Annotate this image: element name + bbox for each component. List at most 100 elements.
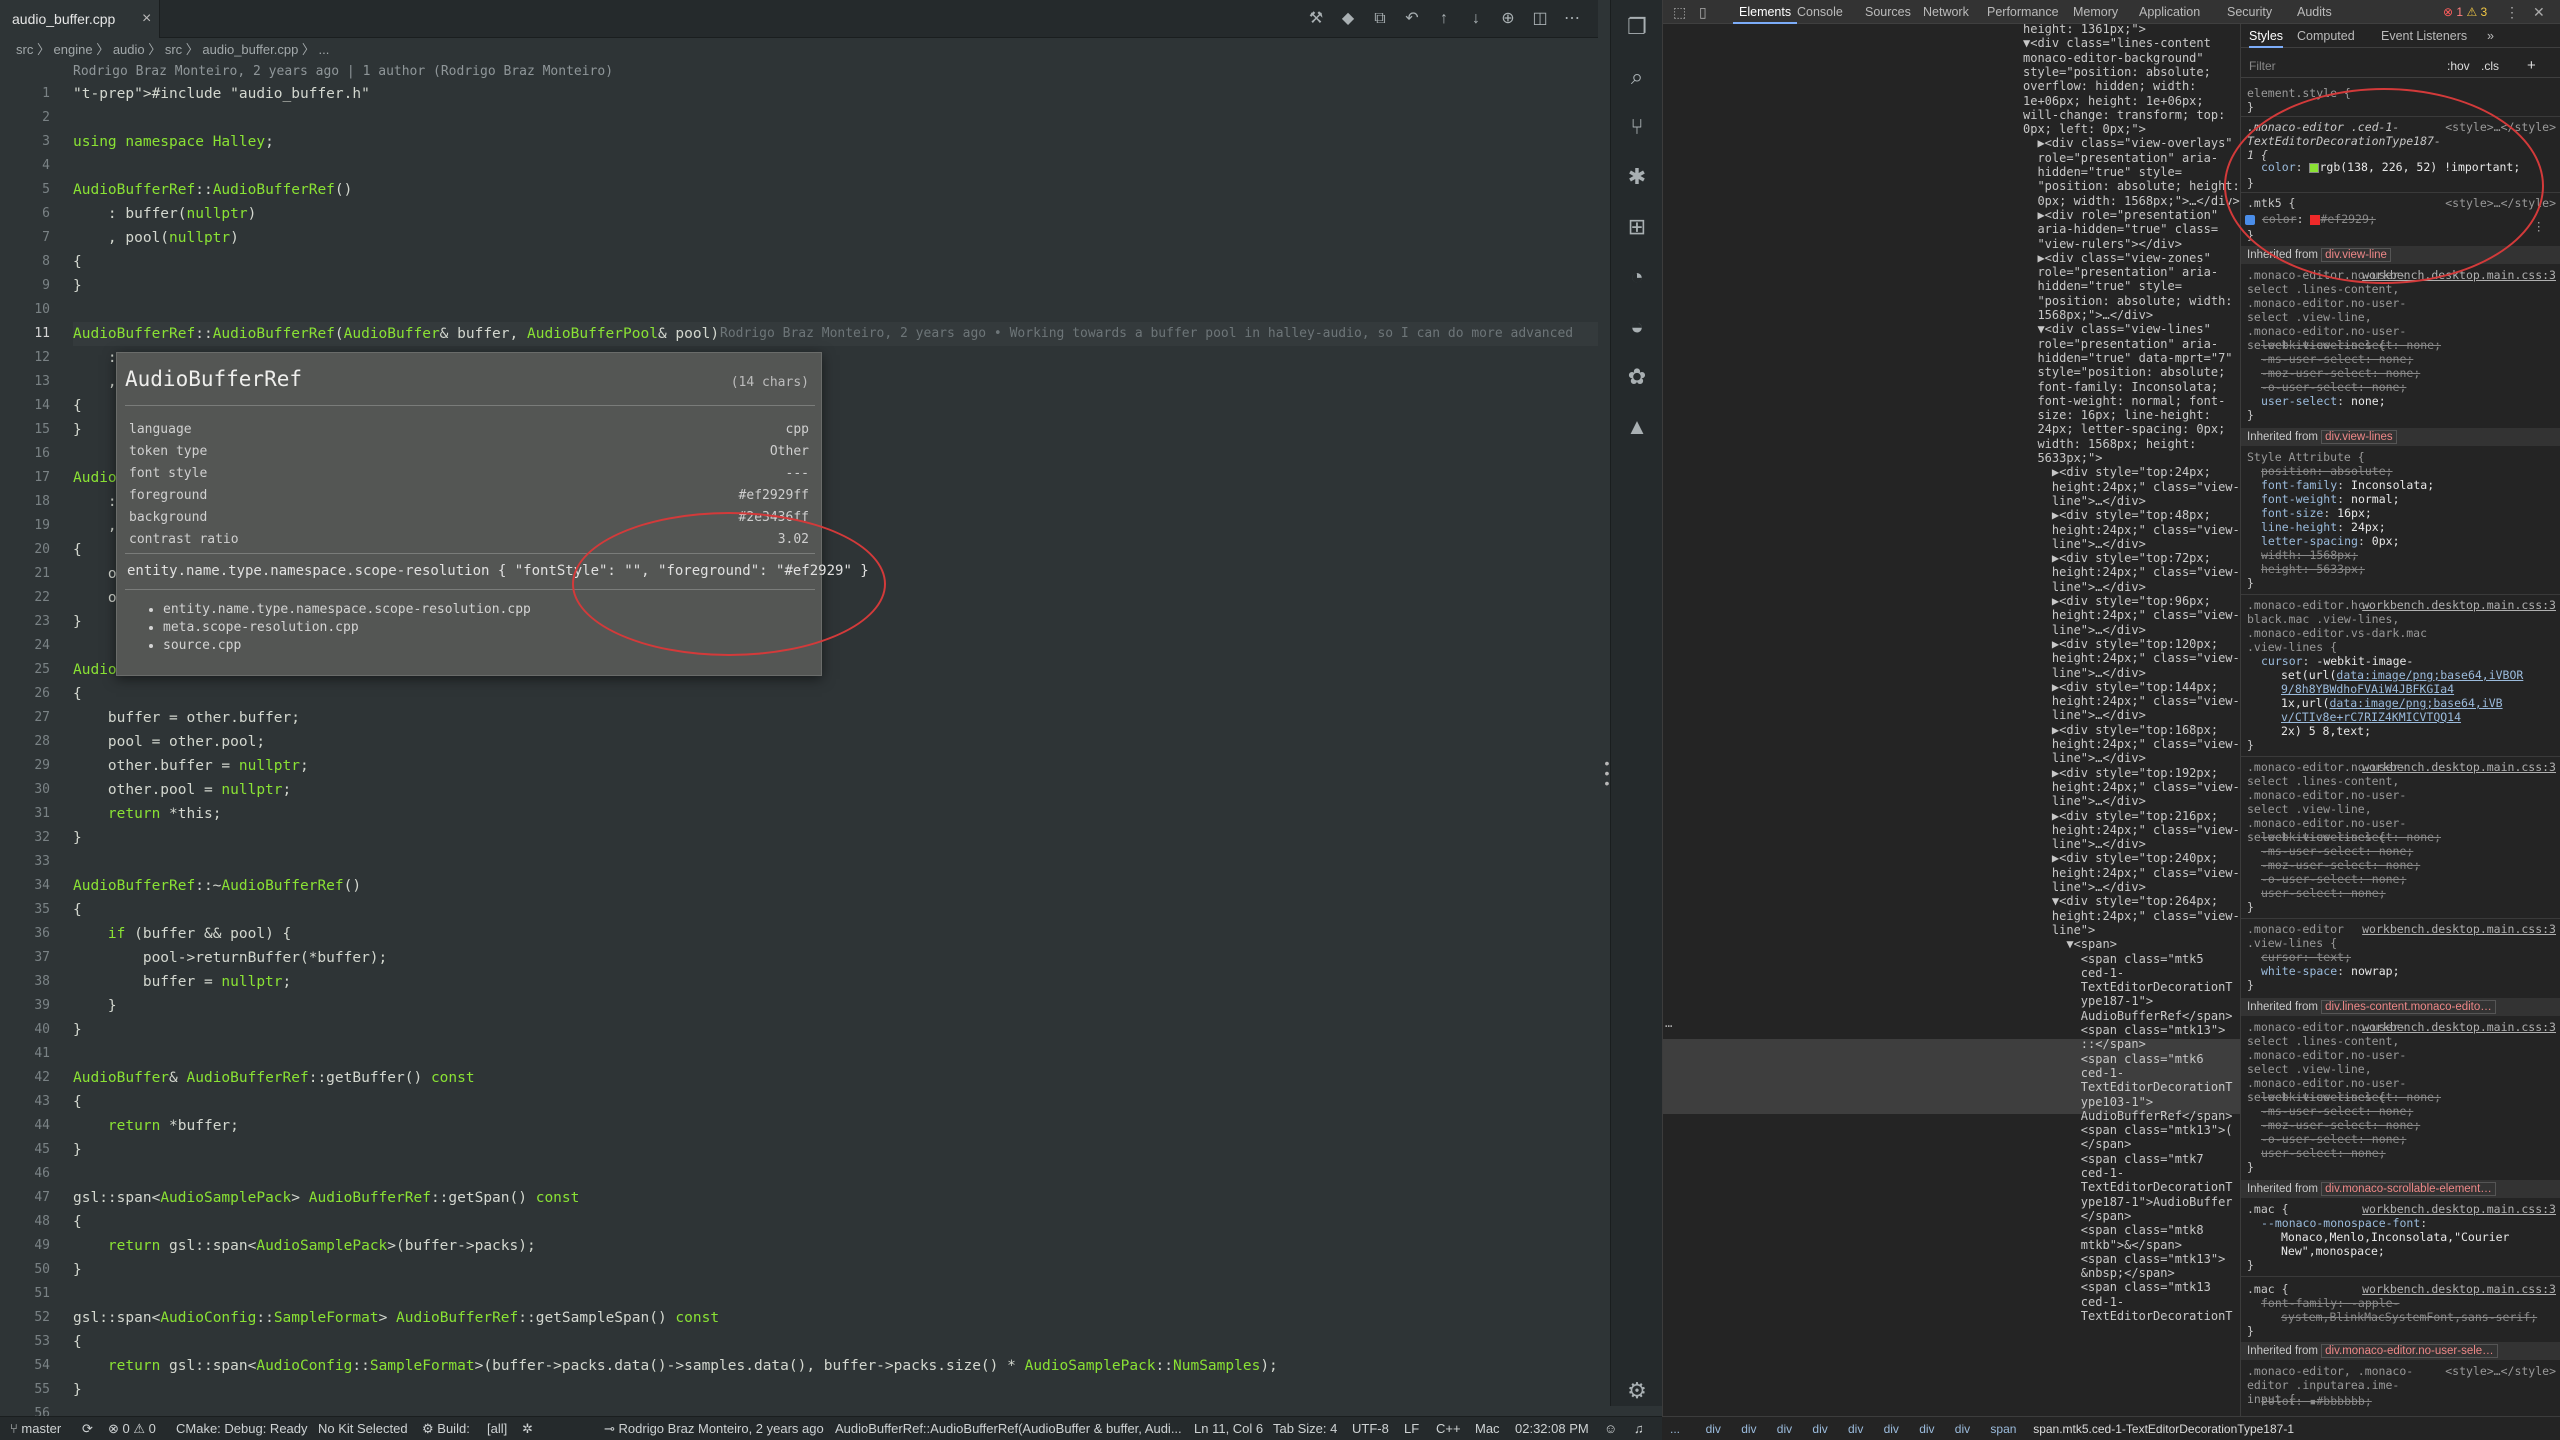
line-number[interactable]: 13 — [0, 370, 60, 394]
compare-icon[interactable]: ⧉ — [1364, 0, 1396, 38]
line-number[interactable]: 34 — [0, 874, 60, 898]
code-line[interactable]: } — [73, 1258, 1598, 1282]
more-options-icon[interactable]: ⋮ — [2533, 220, 2545, 234]
dom-node-line[interactable]: 5633px;"> — [2023, 451, 2102, 465]
tab-audio-buffer-cpp[interactable]: audio_buffer.cpp × — [0, 0, 160, 38]
dom-node-line[interactable]: ▶<div class="view-overlays" — [2023, 136, 2232, 150]
dom-node-line[interactable]: TextEditorDecorationT — [2023, 980, 2233, 994]
codelens-blame[interactable]: Rodrigo Braz Monteiro, 2 years ago | 1 a… — [73, 62, 613, 82]
line-number[interactable]: 26 — [0, 682, 60, 706]
dom-node-line[interactable]: height:24px;" class="view- — [2023, 694, 2240, 708]
rule-source[interactable]: <style>…</style> — [2445, 1364, 2556, 1378]
css-source-link[interactable]: workbench.desktop.main.css:3 — [2362, 922, 2556, 936]
css-source-link[interactable]: workbench.desktop.main.css:3 — [2362, 1202, 2556, 1216]
dom-node-line[interactable]: line">…</div> — [2023, 751, 2146, 765]
code-line[interactable]: gsl::span<AudioSamplePack> AudioBufferRe… — [73, 1186, 1598, 1210]
tab-computed[interactable]: Computed — [2297, 24, 2355, 48]
dom-node-line[interactable]: size: 16px; line-height: — [2023, 408, 2210, 422]
split-editor-icon[interactable]: ◫ — [1524, 0, 1556, 38]
dom-breadcrumb-item[interactable]: span.mtk5.ced-1-TextEditorDecorationType… — [2033, 1417, 2294, 1440]
line-number[interactable]: 55 — [0, 1378, 60, 1402]
line-number[interactable]: 32 — [0, 826, 60, 850]
dom-breadcrumb-item[interactable]: div — [1706, 1417, 1721, 1440]
line-number[interactable]: 25 — [0, 658, 60, 682]
dom-node-line[interactable]: width: 1568px; height: — [2023, 437, 2196, 451]
dom-node-line[interactable]: &nbsp;</span> — [2023, 1266, 2175, 1280]
dom-node-line[interactable]: ▼<div style="top:264px; — [2023, 894, 2218, 908]
dom-node-line[interactable]: font-family: Inconsolata; — [2023, 380, 2218, 394]
dom-breadcrumb-item[interactable]: div — [1741, 1417, 1756, 1440]
dom-breadcrumb-item[interactable]: div — [1884, 1417, 1899, 1440]
extensions-icon[interactable]: ⊞ — [1611, 202, 1663, 252]
code-line[interactable] — [73, 850, 1598, 874]
back-icon[interactable]: ↶ — [1396, 0, 1428, 38]
code-line[interactable]: other.pool = nullptr; — [73, 778, 1598, 802]
dom-node-line[interactable]: "position: absolute; width: — [2023, 294, 2232, 308]
line-number[interactable]: 41 — [0, 1042, 60, 1066]
rule-selector[interactable]: .mac { — [2247, 1202, 2289, 1216]
explorer-icon[interactable]: ❐ — [1611, 2, 1663, 52]
dom-breadcrumb-item[interactable]: ... — [1670, 1417, 1680, 1440]
dom-selected-node[interactable] — [1663, 1039, 2243, 1114]
add-rule-icon[interactable]: + — [2527, 54, 2536, 78]
dom-node-line[interactable]: role="presentation" aria- — [2023, 265, 2218, 279]
line-number[interactable]: 40 — [0, 1018, 60, 1042]
dom-node-line[interactable]: font-weight: normal; font- — [2023, 394, 2225, 408]
dom-node-line[interactable]: ▼<span> — [2023, 937, 2117, 951]
code-line[interactable]: { — [73, 1210, 1598, 1234]
line-number[interactable]: 20 — [0, 538, 60, 562]
bell-icon[interactable]: ♫ — [1634, 1417, 1644, 1440]
code-line[interactable]: return gsl::span<AudioSamplePack>(buffer… — [73, 1234, 1598, 1258]
dom-node-line[interactable]: TextEditorDecorationT — [2023, 1180, 2233, 1194]
line-number[interactable]: 9 — [0, 274, 60, 298]
dom-breadcrumb-item[interactable]: div — [1919, 1417, 1934, 1440]
line-number[interactable]: 7 — [0, 226, 60, 250]
close-icon[interactable]: × — [142, 0, 151, 38]
dom-breadcrumb-item[interactable]: div — [1812, 1417, 1827, 1440]
line-number[interactable]: 2 — [0, 106, 60, 130]
dom-node-line[interactable]: </span> — [2023, 1209, 2132, 1223]
source-control-icon[interactable]: ◆ — [1332, 0, 1364, 38]
devtools-tab-audits[interactable]: Audits — [2291, 0, 2338, 24]
live-share-icon[interactable]: ⊕ — [1492, 0, 1524, 38]
line-number[interactable]: 11 — [0, 322, 60, 346]
dom-node-line[interactable]: </span> — [2023, 1137, 2132, 1151]
code-line[interactable]: , pool(nullptr) — [73, 226, 1598, 250]
cls-toggle[interactable]: .cls — [2481, 54, 2499, 78]
code-line[interactable]: { — [73, 1330, 1598, 1354]
dom-node-line[interactable]: role="presentation" aria- — [2023, 337, 2218, 351]
device-toolbar-icon[interactable]: ▯ — [1699, 0, 1707, 24]
devtools-tab-security[interactable]: Security — [2221, 0, 2278, 24]
dom-node-line[interactable]: line">…</div> — [2023, 666, 2146, 680]
dom-node-line[interactable]: mtkb">&</span> — [2023, 1238, 2182, 1252]
dom-node-line[interactable]: ced-1- — [2023, 966, 2124, 980]
build-button[interactable]: ⚙ Build: — [422, 1417, 470, 1440]
source-control-icon[interactable]: ⑂ — [1611, 102, 1663, 152]
dom-node-line[interactable]: AudioBufferRef</span> — [2023, 1109, 2233, 1123]
styles-filter-input[interactable]: Filter — [2249, 54, 2276, 78]
line-number[interactable]: 47 — [0, 1186, 60, 1210]
dom-node-line[interactable]: line">…</div> — [2023, 580, 2146, 594]
line-number[interactable]: 5 — [0, 178, 60, 202]
dom-node-line[interactable]: ▶<div style="top:96px; — [2023, 594, 2211, 608]
dom-node-line[interactable]: 0px; width: 1568px;">…</div> — [2023, 194, 2239, 208]
line-number[interactable]: 53 — [0, 1330, 60, 1354]
code-line[interactable]: } — [73, 1138, 1598, 1162]
style-attribute-selector[interactable]: Style Attribute { — [2247, 450, 2365, 464]
dom-node-line[interactable]: AudioBufferRef</span> — [2023, 1009, 2233, 1023]
dom-node-line[interactable]: ::</span> — [2023, 1037, 2146, 1051]
sync-icon[interactable]: ⟳ — [82, 1417, 93, 1440]
dom-node-line[interactable]: hidden="true" style= — [2023, 165, 2182, 179]
css-source-link[interactable]: workbench.desktop.main.css:3 — [2362, 1282, 2556, 1296]
dom-node-line[interactable]: ype187-1">AudioBuffer — [2023, 1195, 2233, 1209]
code-line[interactable] — [73, 1282, 1598, 1306]
inherited-link[interactable]: div.monaco-editor.no-user-sele… — [2321, 1344, 2498, 1358]
line-number[interactable]: 15 — [0, 418, 60, 442]
line-number[interactable]: 4 — [0, 154, 60, 178]
gear-icon[interactable]: ⚙ — [1611, 1366, 1663, 1416]
css-source-link[interactable]: workbench.desktop.main.css:3 — [2362, 760, 2556, 774]
dom-node-line[interactable]: height:24px;" class="view- — [2023, 480, 2240, 494]
code-line[interactable]: { — [73, 898, 1598, 922]
dom-node-line[interactable]: ▶<div style="top:192px; — [2023, 766, 2218, 780]
devtools-tab-console[interactable]: Console — [1791, 0, 1849, 24]
